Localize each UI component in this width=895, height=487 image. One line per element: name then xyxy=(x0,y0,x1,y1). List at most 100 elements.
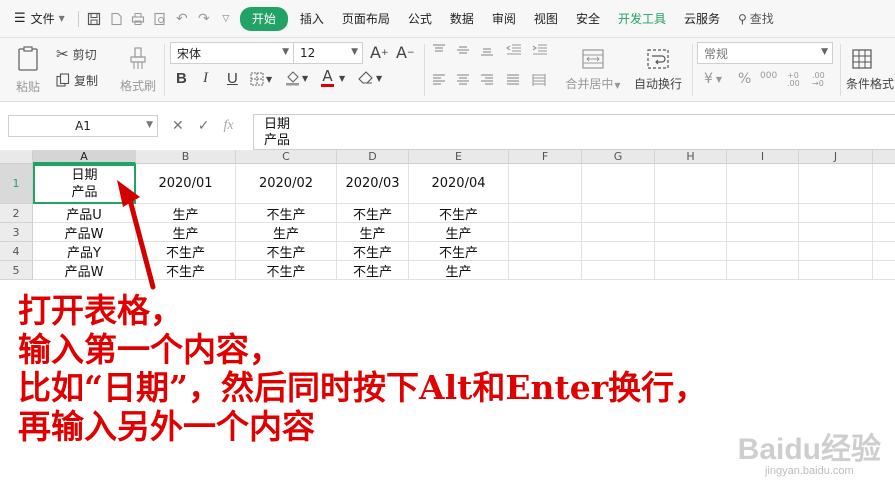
column-header-g[interactable]: G xyxy=(582,150,655,164)
column-header-a[interactable]: A xyxy=(33,150,136,164)
font-color-button[interactable]: A xyxy=(321,69,334,87)
wrap-text-button[interactable]: 自动换行 xyxy=(630,42,686,98)
cell-a2[interactable]: 产品U xyxy=(33,204,136,223)
cell-d2[interactable]: 不生产 xyxy=(337,204,409,223)
cell-f1[interactable] xyxy=(509,164,582,204)
cell-f3[interactable] xyxy=(509,223,582,242)
cell-i3[interactable] xyxy=(727,223,799,242)
decrease-font-size-button[interactable]: A − xyxy=(396,43,415,62)
decrease-indent-button[interactable] xyxy=(506,44,522,56)
column-header-c[interactable]: C xyxy=(236,150,337,164)
cell-e5[interactable]: 生产 xyxy=(409,261,509,280)
format-painter-button[interactable]: 格式刷 xyxy=(118,42,158,98)
cell-h3[interactable] xyxy=(655,223,727,242)
conditional-format-button[interactable]: 条件格式 xyxy=(846,42,895,98)
cut-button[interactable]: ✂ 剪切 xyxy=(56,44,97,64)
font-size-select[interactable]: 12 ▼ xyxy=(293,42,363,64)
cell-f5[interactable] xyxy=(509,261,582,280)
cell-i1[interactable] xyxy=(727,164,799,204)
merge-center-button[interactable]: 合并居中▼ xyxy=(562,42,624,98)
cell-a3[interactable]: 产品W xyxy=(33,223,136,242)
insert-function-button[interactable]: fx xyxy=(223,118,233,134)
paste-button[interactable]: 粘贴 xyxy=(10,42,46,98)
print-preview-icon[interactable] xyxy=(149,7,171,31)
cell-i2[interactable] xyxy=(727,204,799,223)
cell-g1[interactable] xyxy=(582,164,655,204)
confirm-icon[interactable]: ✓ xyxy=(198,118,210,134)
thousands-separator-button[interactable]: 000 xyxy=(760,72,777,81)
tab-formulas[interactable]: 公式 xyxy=(399,7,441,31)
font-color-dropdown[interactable]: ▼ xyxy=(339,74,345,83)
cell-e2[interactable]: 不生产 xyxy=(409,204,509,223)
align-center-button[interactable] xyxy=(456,74,470,86)
cell-h5[interactable] xyxy=(655,261,727,280)
cell-g5[interactable] xyxy=(582,261,655,280)
column-header-i[interactable]: I xyxy=(727,150,799,164)
cell-i4[interactable] xyxy=(727,242,799,261)
tab-home[interactable]: 开始 xyxy=(239,6,288,31)
column-header-d[interactable]: D xyxy=(337,150,409,164)
cell-d1[interactable]: 2020/03 xyxy=(337,164,409,204)
clear-format-button[interactable]: ▼ xyxy=(358,71,382,85)
cell-h4[interactable] xyxy=(655,242,727,261)
cell-b5[interactable]: 不生产 xyxy=(136,261,236,280)
cell-e1[interactable]: 2020/04 xyxy=(409,164,509,204)
currency-format-button[interactable]: ¥ ▼ xyxy=(704,71,722,87)
cell-j5[interactable] xyxy=(799,261,873,280)
cell-c2[interactable]: 不生产 xyxy=(236,204,337,223)
cell-j3[interactable] xyxy=(799,223,873,242)
align-bottom-button[interactable] xyxy=(480,44,494,56)
column-header-j[interactable]: J xyxy=(799,150,873,164)
align-left-button[interactable] xyxy=(432,74,446,86)
percent-format-button[interactable]: % xyxy=(738,71,751,87)
fill-color-button[interactable]: ▼ xyxy=(285,71,308,86)
tab-insert[interactable]: 插入 xyxy=(291,7,333,31)
tab-page-layout[interactable]: 页面布局 xyxy=(333,7,399,31)
cell-k5[interactable] xyxy=(873,261,895,280)
cell-g3[interactable] xyxy=(582,223,655,242)
customize-toolbar-icon[interactable]: ▽ xyxy=(215,7,237,31)
tab-review[interactable]: 审阅 xyxy=(483,7,525,31)
align-middle-button[interactable] xyxy=(456,44,470,56)
cell-j4[interactable] xyxy=(799,242,873,261)
redo-icon[interactable]: ↷ xyxy=(193,7,215,31)
align-right-button[interactable] xyxy=(480,74,494,86)
cell-g4[interactable] xyxy=(582,242,655,261)
cell-a5[interactable]: 产品W xyxy=(33,261,136,280)
column-header-k[interactable] xyxy=(873,150,895,164)
column-header-b[interactable]: B xyxy=(136,150,236,164)
number-format-select[interactable]: 常规 ▼ xyxy=(697,42,833,64)
file-menu[interactable]: ☰ 文件 ▼ xyxy=(0,7,74,31)
cancel-icon[interactable]: ✕ xyxy=(172,118,184,134)
cell-b3[interactable]: 生产 xyxy=(136,223,236,242)
cell-e3[interactable]: 生产 xyxy=(409,223,509,242)
search-button[interactable]: ⚲ 查找 xyxy=(729,7,783,31)
undo-icon[interactable]: ↶ xyxy=(171,7,193,31)
underline-button[interactable]: U xyxy=(227,70,238,87)
cell-k4[interactable] xyxy=(873,242,895,261)
save-icon[interactable] xyxy=(83,7,105,31)
cell-f4[interactable] xyxy=(509,242,582,261)
cell-d4[interactable]: 不生产 xyxy=(337,242,409,261)
distributed-align-button[interactable] xyxy=(532,74,546,86)
cell-c3[interactable]: 生产 xyxy=(236,223,337,242)
export-pdf-icon[interactable] xyxy=(105,7,127,31)
increase-indent-button[interactable] xyxy=(532,44,548,56)
cell-a4[interactable]: 产品Y xyxy=(33,242,136,261)
align-top-button[interactable] xyxy=(432,44,446,56)
column-header-e[interactable]: E xyxy=(409,150,509,164)
cell-e4[interactable]: 不生产 xyxy=(409,242,509,261)
cell-i5[interactable] xyxy=(727,261,799,280)
tab-data[interactable]: 数据 xyxy=(441,7,483,31)
cell-k2[interactable] xyxy=(873,204,895,223)
cell-j1[interactable] xyxy=(799,164,873,204)
tab-view[interactable]: 视图 xyxy=(525,7,567,31)
cell-a1[interactable]: 日期 产品 xyxy=(33,164,136,204)
cell-g2[interactable] xyxy=(582,204,655,223)
column-header-h[interactable]: H xyxy=(655,150,727,164)
name-box[interactable]: A1 ▼ xyxy=(8,115,158,137)
cell-c1[interactable]: 2020/02 xyxy=(236,164,337,204)
copy-button[interactable]: 复制 xyxy=(56,70,98,90)
tab-cloud-services[interactable]: 云服务 xyxy=(675,7,729,31)
cell-b4[interactable]: 不生产 xyxy=(136,242,236,261)
